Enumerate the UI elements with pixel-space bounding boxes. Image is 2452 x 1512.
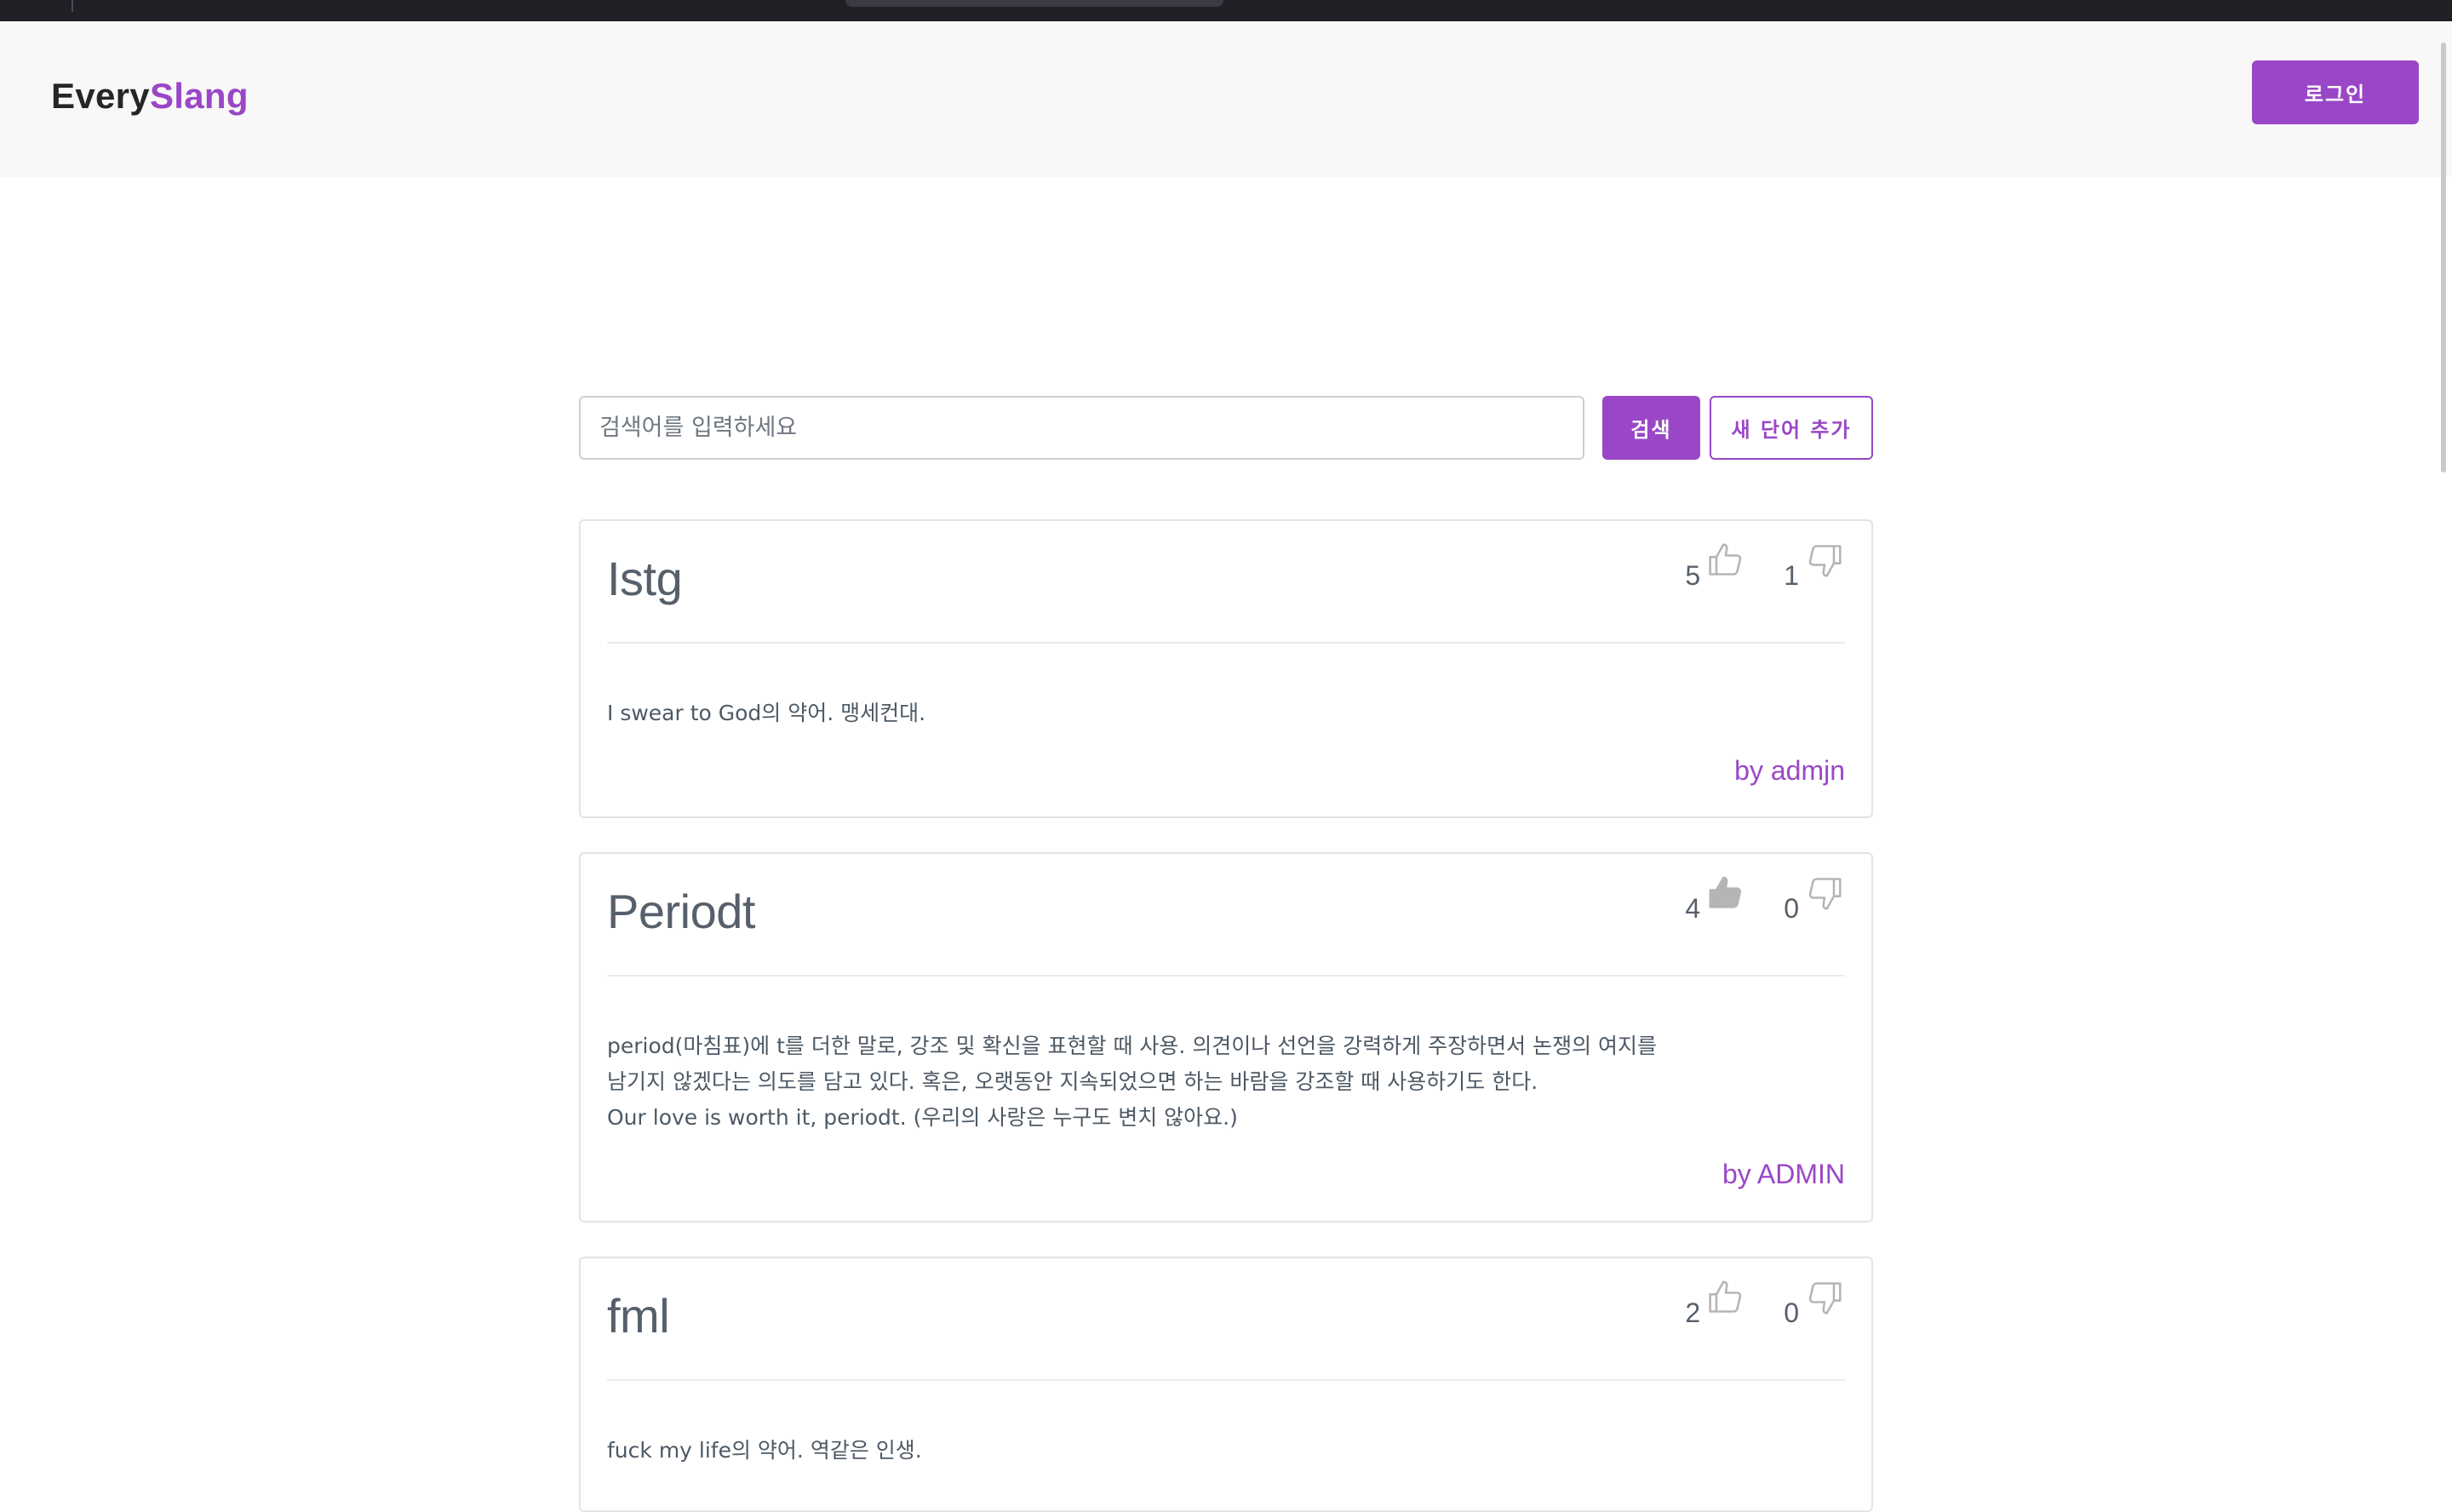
thumbs-down-icon[interactable] <box>1806 541 1843 579</box>
vote-group: 2 0 <box>1685 1280 1843 1328</box>
dislike-count: 0 <box>1784 893 1799 924</box>
brand-text-every: Every <box>51 76 150 116</box>
slang-term: Istg <box>607 552 683 605</box>
thumbs-up-icon[interactable] <box>1707 1279 1744 1316</box>
brand-text-slang: Slang <box>149 76 249 116</box>
description-line: Our love is worth it, periodt. (우리의 사랑은 … <box>607 1105 1238 1130</box>
dislike-count: 1 <box>1784 560 1799 591</box>
browser-tab[interactable] <box>845 0 1223 7</box>
slang-term: Periodt <box>607 885 755 938</box>
slang-card: fml 2 0 fuck my life의 약어. 역같은 인생. <box>579 1257 1873 1512</box>
thumbs-down-icon[interactable] <box>1806 1279 1843 1316</box>
login-button[interactable]: 로그인 <box>2252 60 2419 124</box>
slang-card: Istg 5 1 I swear to God의 약어. 맹세컨대. by ad… <box>579 519 1873 818</box>
thumbs-down-icon[interactable] <box>1806 874 1843 912</box>
description-line: fuck my life의 약어. 역같은 인생. <box>607 1438 922 1463</box>
card-divider <box>607 1379 1845 1381</box>
slang-description: fuck my life의 약어. 역같은 인생. <box>607 1433 1845 1469</box>
card-divider <box>607 642 1845 644</box>
search-input[interactable] <box>579 396 1584 460</box>
slang-description: I swear to God의 약어. 맹세컨대. <box>607 696 1845 731</box>
like-count: 5 <box>1685 560 1701 591</box>
thumbs-up-icon[interactable] <box>1707 874 1744 912</box>
add-word-button[interactable]: 새 단어 추가 <box>1710 396 1873 460</box>
like-count: 2 <box>1685 1297 1701 1328</box>
card-author[interactable]: by admjn <box>1734 755 1845 787</box>
slang-description: period(마침표)에 t를 더한 말로, 강조 및 확신을 표현할 때 사용… <box>607 1028 1845 1136</box>
description-line: I swear to God의 약어. 맹세컨대. <box>607 701 926 725</box>
search-button[interactable]: 검색 <box>1602 396 1700 460</box>
like-count: 4 <box>1685 893 1701 924</box>
slang-card: Periodt 4 0 period(마침표)에 t를 더한 말로, 강조 및 … <box>579 852 1873 1223</box>
page-scrollbar[interactable] <box>2441 43 2446 472</box>
site-header: EverySlang 로그인 <box>0 21 2452 177</box>
dislike-count: 0 <box>1784 1297 1799 1328</box>
description-line: period(마침표)에 t를 더한 말로, 강조 및 확신을 표현할 때 사용… <box>607 1034 1658 1058</box>
description-line: 남기지 않겠다는 의도를 담고 있다. 혹은, 오랫동안 지속되었으면 하는 바… <box>607 1069 1538 1094</box>
card-author[interactable]: by ADMIN <box>1722 1159 1845 1190</box>
vote-group: 4 0 <box>1685 876 1843 924</box>
vote-group: 5 1 <box>1685 543 1843 591</box>
brand-logo[interactable]: EverySlang <box>51 76 249 117</box>
slang-term: fml <box>607 1289 670 1343</box>
browser-divider <box>72 0 73 12</box>
thumbs-up-icon[interactable] <box>1707 541 1744 579</box>
browser-top-strip <box>0 0 2452 21</box>
card-divider <box>607 975 1845 976</box>
